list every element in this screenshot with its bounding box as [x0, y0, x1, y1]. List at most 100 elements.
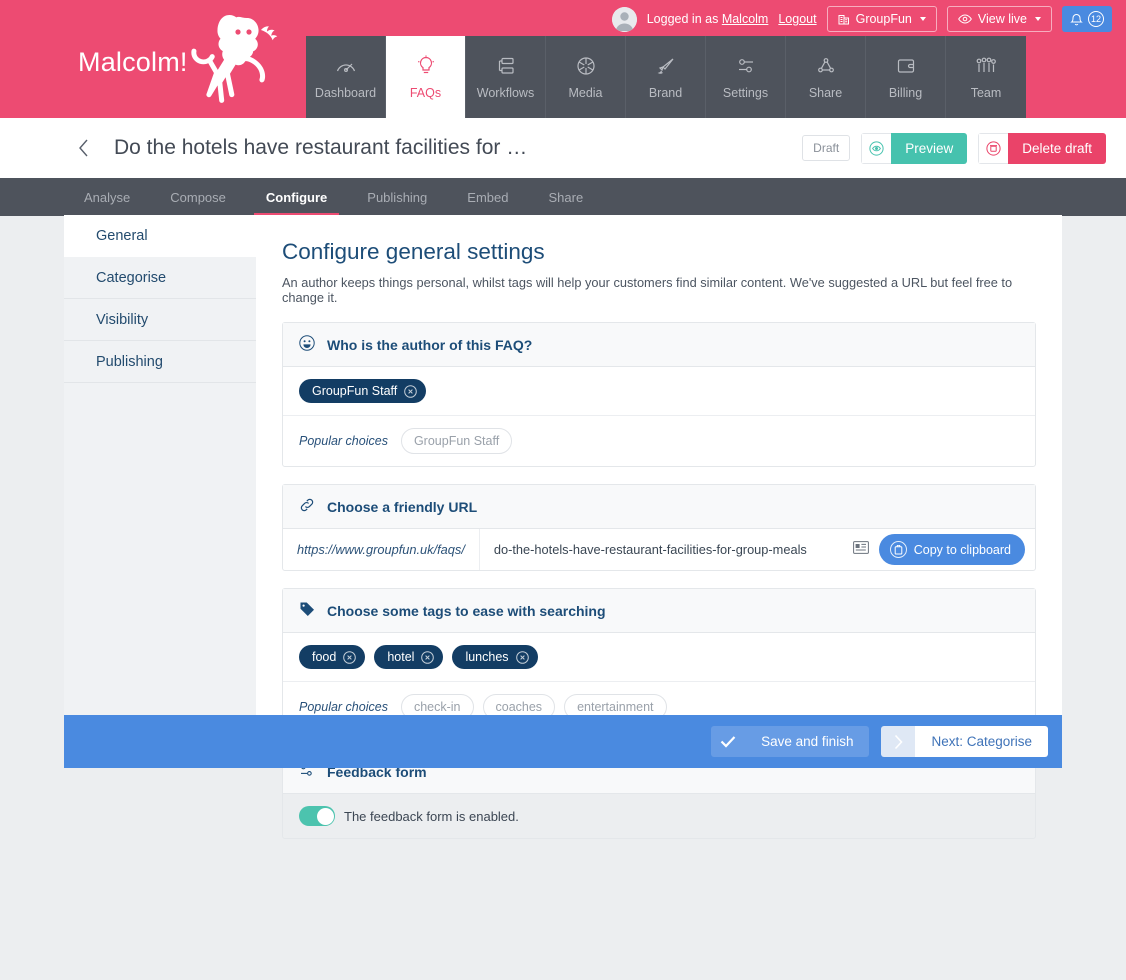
tab-label: Billing: [888, 85, 923, 100]
share-network-icon: [816, 55, 836, 77]
tag-icon: [299, 601, 315, 620]
bell-icon: [1070, 14, 1083, 26]
preview-label: Preview: [891, 132, 968, 164]
subtab-configure[interactable]: Configure: [246, 178, 347, 216]
tab-billing[interactable]: Billing: [866, 36, 946, 118]
workflow-icon: [496, 55, 516, 77]
delete-draft-label: Delete draft: [1008, 132, 1106, 164]
clipboard-icon: [889, 541, 907, 558]
tab-faqs[interactable]: FAQs: [386, 36, 466, 118]
close-circle-icon[interactable]: [515, 650, 529, 664]
username-link[interactable]: Malcolm: [722, 12, 769, 26]
sidebar-item-publishing[interactable]: Publishing: [64, 341, 256, 383]
people-icon: [975, 55, 997, 77]
sidebar-item-general[interactable]: General: [64, 215, 256, 257]
tab-team[interactable]: Team: [946, 36, 1026, 118]
tab-media[interactable]: Media: [546, 36, 626, 118]
logged-in-status: Logged in as Malcolm: [647, 12, 769, 26]
subtab-publishing[interactable]: Publishing: [347, 178, 447, 216]
author-card-header: Who is the author of this FAQ?: [283, 323, 1035, 367]
close-circle-icon[interactable]: [343, 650, 357, 664]
feedback-toggle-row: The feedback form is enabled.: [283, 794, 1035, 838]
tags-card: Choose some tags to ease with searching …: [282, 588, 1036, 733]
save-and-finish-button[interactable]: Save and finish: [711, 726, 870, 757]
url-card: Choose a friendly URL https://www.groupf…: [282, 484, 1036, 571]
tags-card-header: Choose some tags to ease with searching: [283, 589, 1035, 633]
avatar[interactable]: [611, 6, 637, 32]
settings-body: General Categorise Visibility Publishing…: [64, 215, 1062, 839]
title-actions: Draft Preview Delete draft: [802, 132, 1106, 164]
tag-chip[interactable]: food: [299, 645, 366, 669]
close-circle-icon[interactable]: [421, 650, 435, 664]
copy-to-clipboard-label: Copy to clipboard: [913, 542, 1011, 557]
lightbulb-icon: [417, 55, 435, 77]
tab-label: Brand: [648, 85, 683, 100]
org-selector[interactable]: GroupFun: [826, 6, 937, 32]
tab-label: FAQs: [409, 85, 442, 100]
content-heading: Configure general settings: [282, 239, 545, 264]
settings-content: Configure general settings An author kee…: [256, 215, 1062, 839]
preview-button[interactable]: Preview: [861, 132, 968, 164]
tag-chip[interactable]: lunches: [452, 645, 538, 669]
app-root: Malcolm! Logged in as Malcolm Logout Gro…: [0, 0, 1126, 980]
account-bar: Logged in as Malcolm Logout GroupFun Vie…: [611, 6, 1112, 32]
page-title: Do the hotels have restaurant facilities…: [114, 136, 528, 159]
copy-to-clipboard-button[interactable]: Copy to clipboard: [878, 534, 1025, 565]
subtab-analyse[interactable]: Analyse: [64, 178, 150, 216]
tab-share[interactable]: Share: [786, 36, 866, 118]
brand-name: Malcolm!: [78, 47, 188, 77]
subtab-compose[interactable]: Compose: [150, 178, 246, 216]
tab-settings[interactable]: Settings: [706, 36, 786, 118]
author-tag[interactable]: GroupFun Staff: [299, 379, 427, 403]
author-popular-label: Popular choices: [299, 434, 388, 448]
chevron-left-icon[interactable]: [78, 139, 89, 158]
notification-count-badge: 12: [1087, 11, 1104, 27]
wizard-footer: Save and finish Next: Categorise: [64, 715, 1062, 768]
subtab-share[interactable]: Share: [528, 178, 603, 216]
sidebar-item-categorise[interactable]: Categorise: [64, 257, 256, 299]
logout-link[interactable]: Logout: [778, 12, 816, 26]
url-slug-input[interactable]: do-the-hotels-have-restaurant-facilities…: [480, 529, 853, 570]
id-card-icon[interactable]: [852, 540, 869, 559]
tags-selected-row: food hotel lunches: [283, 633, 1035, 681]
subtab-embed[interactable]: Embed: [447, 178, 528, 216]
author-popular-row: Popular choices GroupFun Staff: [283, 415, 1035, 466]
chevron-down-icon: [919, 17, 926, 21]
next-categorise-label: Next: Categorise: [915, 726, 1048, 757]
url-row: https://www.groupfun.uk/faqs/ do-the-hot…: [283, 529, 1035, 570]
chevron-down-icon: [1034, 17, 1041, 21]
document-titlebar: Do the hotels have restaurant facilities…: [0, 118, 1126, 178]
url-card-header: Choose a friendly URL: [283, 485, 1035, 529]
author-popular-choice[interactable]: GroupFun Staff: [400, 428, 513, 454]
notifications-button[interactable]: 12: [1061, 6, 1112, 32]
next-categorise-button[interactable]: Next: Categorise: [881, 726, 1048, 757]
monkey-mascot-icon: [191, 15, 278, 103]
delete-draft-button[interactable]: Delete draft: [978, 132, 1106, 164]
brand-logo[interactable]: Malcolm!: [0, 0, 306, 118]
status-badge: Draft: [802, 135, 851, 161]
top-header: Malcolm! Logged in as Malcolm Logout Gro…: [0, 0, 1126, 118]
sidebar-item-visibility[interactable]: Visibility: [64, 299, 256, 341]
view-live-selector[interactable]: View live: [946, 6, 1052, 32]
aperture-icon: [576, 55, 596, 77]
close-circle-icon[interactable]: [404, 384, 418, 398]
tag-chip[interactable]: hotel: [374, 645, 444, 669]
feedback-form-toggle[interactable]: [299, 806, 335, 826]
org-label: GroupFun: [855, 12, 912, 26]
logged-in-prefix: Logged in as: [646, 12, 719, 26]
link-icon: [299, 497, 315, 516]
tab-label: Workflows: [476, 85, 535, 100]
tab-workflows[interactable]: Workflows: [466, 36, 546, 118]
tab-dashboard[interactable]: Dashboard: [306, 36, 386, 118]
author-card-title: Who is the author of this FAQ?: [327, 336, 533, 353]
tab-label: Media: [568, 85, 603, 100]
tab-label: Team: [970, 85, 1002, 100]
wallet-icon: [896, 55, 916, 77]
check-icon: [711, 726, 746, 757]
tab-label: Dashboard: [314, 85, 377, 100]
brush-icon: [656, 55, 676, 77]
settings-sidebar: General Categorise Visibility Publishing: [64, 215, 256, 715]
eye-icon: [957, 14, 972, 24]
tab-brand[interactable]: Brand: [626, 36, 706, 118]
tag-chip-label: food: [312, 650, 337, 664]
